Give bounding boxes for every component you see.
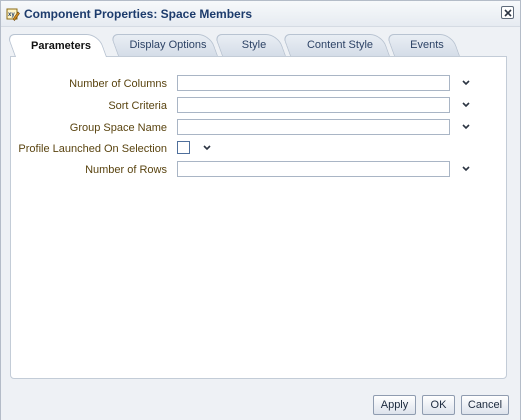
tab-display-options[interactable]: Display Options (109, 34, 218, 56)
sort-criteria-label: Sort Criteria (108, 100, 167, 112)
parameters-panel: Number of Columns Sort Criteria Group Sp… (10, 56, 507, 379)
dialog-titlebar: xy Component Properties: Space Members (1, 1, 520, 27)
chevron-down-icon[interactable] (460, 164, 472, 174)
dialog-footer: Apply OK Cancel (1, 391, 520, 420)
cancel-button[interactable]: Cancel (461, 395, 509, 415)
number-of-columns-label: Number of Columns (69, 78, 167, 90)
number-of-columns-input[interactable] (177, 75, 450, 91)
group-space-name-input[interactable] (177, 119, 450, 135)
number-of-columns-row: Number of Columns (11, 75, 508, 93)
number-of-rows-label: Number of Rows (85, 164, 167, 176)
sort-criteria-input[interactable] (177, 97, 450, 113)
chevron-down-icon[interactable] (201, 143, 213, 153)
profile-launched-checkbox[interactable] (177, 141, 190, 154)
dialog-title: Component Properties: Space Members (24, 7, 253, 21)
chevron-down-icon[interactable] (460, 78, 472, 88)
profile-launched-label: Profile Launched On Selection (18, 143, 167, 155)
ok-button[interactable]: OK (422, 395, 455, 415)
tab-style[interactable]: Style (213, 34, 286, 56)
group-space-name-row: Group Space Name (11, 119, 508, 137)
close-icon[interactable] (501, 6, 514, 19)
tab-bar: Parameters Display Options Style Content… (6, 34, 511, 57)
apply-button[interactable]: Apply (373, 395, 416, 415)
sort-criteria-row: Sort Criteria (11, 97, 508, 115)
tab-events[interactable]: Events (385, 34, 460, 56)
number-of-rows-row: Number of Rows (11, 161, 508, 179)
group-space-name-label: Group Space Name (69, 122, 167, 134)
number-of-rows-input[interactable] (177, 161, 450, 177)
tab-parameters[interactable]: Parameters (6, 34, 107, 57)
chevron-down-icon[interactable] (460, 122, 472, 132)
tab-content-style[interactable]: Content Style (281, 34, 390, 56)
profile-launched-row: Profile Launched On Selection (11, 140, 508, 158)
edit-properties-icon: xy (6, 7, 20, 21)
properties-dialog: xy Component Properties: Space Members P… (0, 0, 521, 420)
chevron-down-icon[interactable] (460, 100, 472, 110)
